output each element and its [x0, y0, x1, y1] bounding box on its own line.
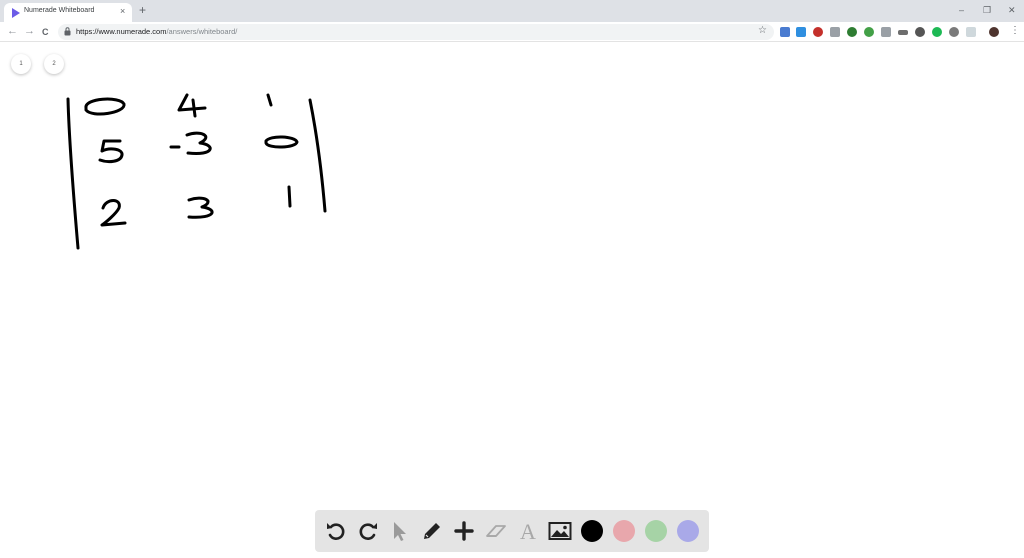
- window-close-button[interactable]: ✕: [1008, 4, 1016, 16]
- tab-close-icon[interactable]: ×: [120, 6, 125, 16]
- cast-extension-icon[interactable]: [966, 27, 976, 37]
- numerade-favicon-icon: [12, 8, 20, 18]
- determinant-right-bar: [308, 98, 327, 213]
- shield-extension-icon[interactable]: [830, 27, 840, 37]
- entry-r1c3-one: [266, 93, 273, 107]
- tab-title: Numerade Whiteboard: [24, 7, 95, 14]
- browser-tab[interactable]: Numerade Whiteboard ×: [4, 3, 132, 22]
- url-host: https://www.numerade.com: [76, 27, 167, 36]
- url-path: /answers/whiteboard/: [166, 27, 238, 36]
- color-purple-swatch[interactable]: [677, 520, 699, 542]
- entry-r2c1-five: [98, 139, 124, 164]
- forward-button[interactable]: →: [24, 25, 35, 38]
- color-red-swatch[interactable]: [613, 520, 635, 542]
- pencil-icon[interactable]: [420, 519, 444, 543]
- window-restore-button[interactable]: ❐: [983, 4, 991, 16]
- new-tab-button[interactable]: +: [139, 4, 146, 16]
- back-button[interactable]: ←: [7, 25, 18, 38]
- green-extension-icon[interactable]: [847, 27, 857, 37]
- red-extension-icon[interactable]: [813, 27, 823, 37]
- address-bar[interactable]: https://www.numerade.com/answers/whitebo…: [58, 24, 774, 40]
- color-green-swatch[interactable]: [645, 520, 667, 542]
- svg-text:A: A: [520, 519, 536, 543]
- cloud-extension-icon[interactable]: [949, 27, 959, 37]
- reload-button[interactable]: C: [42, 26, 49, 39]
- image-icon[interactable]: [548, 519, 572, 543]
- lock-icon: [64, 27, 71, 36]
- entry-r3c3-one: [287, 185, 292, 208]
- window-minimize-button[interactable]: –: [959, 4, 964, 16]
- color-black-swatch[interactable]: [581, 520, 603, 542]
- redo-icon[interactable]: [356, 519, 380, 543]
- text-icon[interactable]: A: [516, 519, 540, 543]
- undo-icon[interactable]: [324, 519, 348, 543]
- grammar-extension-icon[interactable]: [864, 27, 874, 37]
- add-icon[interactable]: [452, 519, 476, 543]
- download-extension-icon[interactable]: [796, 27, 806, 37]
- wave-extension-icon[interactable]: [898, 30, 908, 35]
- translate-extension-icon[interactable]: [780, 27, 790, 37]
- browser-toolbar: ← → C https://www.numerade.com/answers/w…: [0, 22, 1024, 42]
- puzzle-extension-icon[interactable]: [881, 27, 891, 37]
- entry-r3c2-three: [187, 196, 214, 219]
- entry-r1c1-zero: [84, 97, 126, 116]
- url-text: https://www.numerade.com/answers/whitebo…: [76, 27, 237, 36]
- entry-r2c3-zero: [264, 135, 299, 149]
- whiteboard-canvas[interactable]: [0, 43, 1024, 503]
- browser-titlebar: Numerade Whiteboard × + – ❐ ✕: [0, 0, 1024, 22]
- entry-r1c2-four: [177, 93, 207, 118]
- eraser-icon[interactable]: [484, 519, 508, 543]
- bookmark-star-icon[interactable]: ☆: [758, 25, 767, 36]
- profile-avatar[interactable]: [989, 27, 999, 37]
- entry-r3c1-two: [100, 199, 127, 227]
- select-pointer-icon[interactable]: [388, 519, 412, 543]
- circle-extension-icon[interactable]: [915, 27, 925, 37]
- determinant-left-bar: [66, 97, 80, 250]
- whiteboard-toolbar: A: [315, 510, 709, 552]
- entry-r2c2-three: [185, 131, 212, 156]
- play-extension-icon[interactable]: [932, 27, 942, 37]
- browser-menu-icon[interactable]: ⋮: [1010, 25, 1020, 37]
